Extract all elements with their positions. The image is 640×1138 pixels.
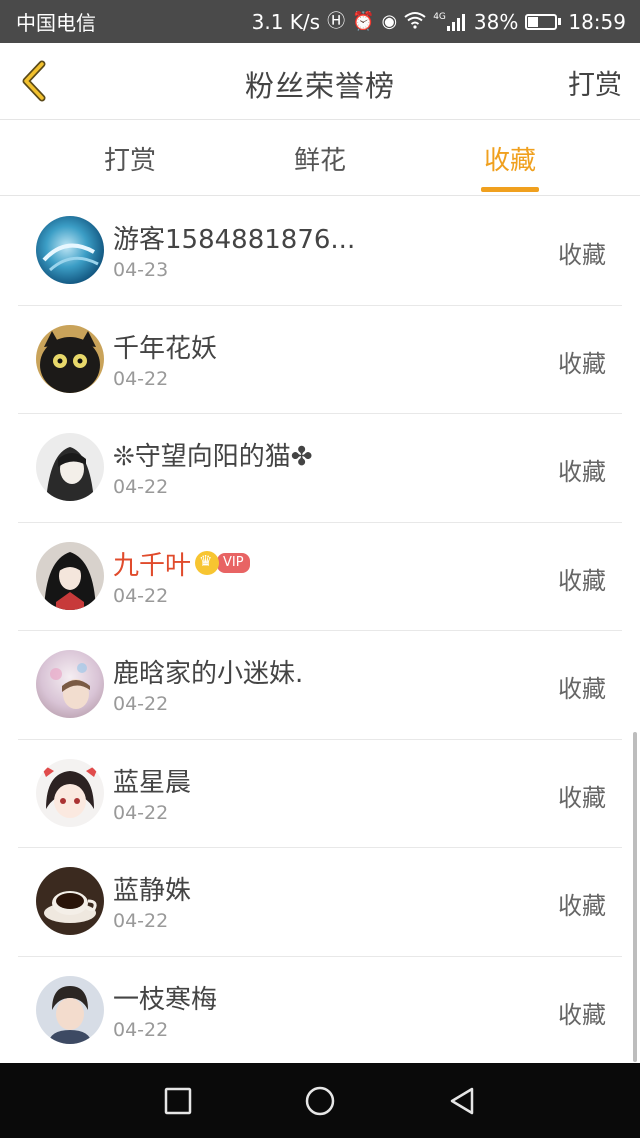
wifi-icon: [404, 11, 426, 33]
list-item[interactable]: 一枝寒梅 04-22 收藏: [18, 957, 622, 1065]
signal-icon: 4G: [433, 11, 467, 31]
square-icon: [164, 1087, 192, 1115]
tab-bar: 打赏 鲜花 收藏: [0, 121, 640, 196]
fan-name: 蓝星晨: [113, 767, 192, 798]
fan-action: 收藏: [558, 241, 606, 269]
fan-action: 收藏: [558, 892, 606, 920]
circle-icon: [305, 1086, 335, 1116]
list-item[interactable]: 蓝星晨 04-22 收藏: [18, 740, 622, 848]
list-item[interactable]: 鹿晗家的小迷妹. 04-22 收藏: [18, 631, 622, 740]
list-item[interactable]: 九千叶 VIP 04-22 收藏: [18, 523, 622, 631]
list-item[interactable]: 千年花妖 04-22 收藏: [18, 306, 622, 414]
fan-date: 04-22: [113, 801, 169, 824]
page-title: 粉丝荣誉榜: [244, 69, 395, 103]
fan-name: 九千叶 VIP: [113, 545, 250, 582]
fan-action: 收藏: [558, 566, 606, 595]
fan-list: 游客1584881876... 04-23 收藏 千年花妖 04-22 收藏 ❊…: [0, 197, 640, 1065]
app-header: 粉丝荣誉榜 打赏: [0, 43, 640, 120]
tab-reward[interactable]: 打赏: [70, 140, 190, 177]
fan-date: 04-22: [113, 693, 169, 715]
list-item[interactable]: 游客1584881876... 04-23 收藏: [18, 197, 622, 306]
fan-name-text: 九千叶: [113, 550, 192, 581]
fan-date: 04-23: [113, 259, 169, 281]
fan-date: 04-22: [113, 910, 169, 932]
fan-date: 04-22: [113, 1018, 169, 1041]
hd-call-icon: Ⓗ: [327, 10, 346, 32]
avatar: [36, 758, 104, 827]
status-bar: 中国电信 3.1 K/s Ⓗ ⏰ ◉ 4G 38% 18:59: [0, 0, 640, 43]
triangle-back-icon: [450, 1087, 474, 1115]
clock: 18:59: [568, 9, 626, 34]
avatar: [36, 324, 104, 393]
avatar: [36, 975, 104, 1044]
list-item[interactable]: ❊守望向阳的猫✤ 04-22 收藏: [18, 414, 622, 523]
home-button[interactable]: [304, 1085, 336, 1117]
fan-date: 04-22: [113, 584, 169, 607]
vip-badge: VIP: [217, 553, 250, 573]
active-tab-indicator: [481, 187, 539, 192]
avatar: [36, 867, 104, 935]
network-type: 4G: [433, 11, 446, 22]
fan-name: 鹿晗家的小迷妹.: [113, 659, 304, 689]
reward-button[interactable]: 打赏: [568, 63, 622, 102]
eye-comfort-icon: ◉: [381, 10, 398, 32]
fan-name: 蓝静姝: [113, 876, 192, 906]
battery-icon: [525, 13, 562, 30]
carrier-label: 中国电信: [16, 11, 96, 35]
fan-name: 一枝寒梅: [113, 984, 218, 1015]
alarm-icon: ⏰: [352, 10, 375, 32]
avatar: [36, 650, 104, 718]
system-nav-bar: [0, 1063, 640, 1138]
crown-icon: [195, 551, 220, 575]
avatar: [36, 216, 104, 284]
list-item[interactable]: 蓝静姝 04-22 收藏: [18, 848, 622, 957]
network-speed: 3.1 K/s: [251, 9, 321, 34]
fan-name: 千年花妖: [113, 333, 218, 364]
fan-date: 04-22: [113, 476, 169, 498]
tab-flowers[interactable]: 鲜花: [260, 140, 380, 177]
fan-name: 游客1584881876...: [113, 225, 356, 255]
recent-apps-button[interactable]: [162, 1085, 194, 1117]
avatar: [36, 541, 104, 610]
tab-favorites[interactable]: 收藏: [450, 140, 570, 177]
battery-percent: 38%: [473, 9, 519, 34]
avatar: [36, 433, 104, 501]
fan-action: 收藏: [558, 1000, 606, 1029]
fan-action: 收藏: [558, 458, 606, 486]
fan-action: 收藏: [558, 349, 606, 378]
scrollbar[interactable]: [633, 732, 637, 1062]
fan-name: ❊守望向阳的猫✤: [113, 442, 313, 472]
fan-action: 收藏: [558, 783, 606, 812]
fan-date: 04-22: [113, 367, 169, 390]
back-nav-button[interactable]: [446, 1085, 478, 1117]
fan-action: 收藏: [558, 675, 606, 703]
